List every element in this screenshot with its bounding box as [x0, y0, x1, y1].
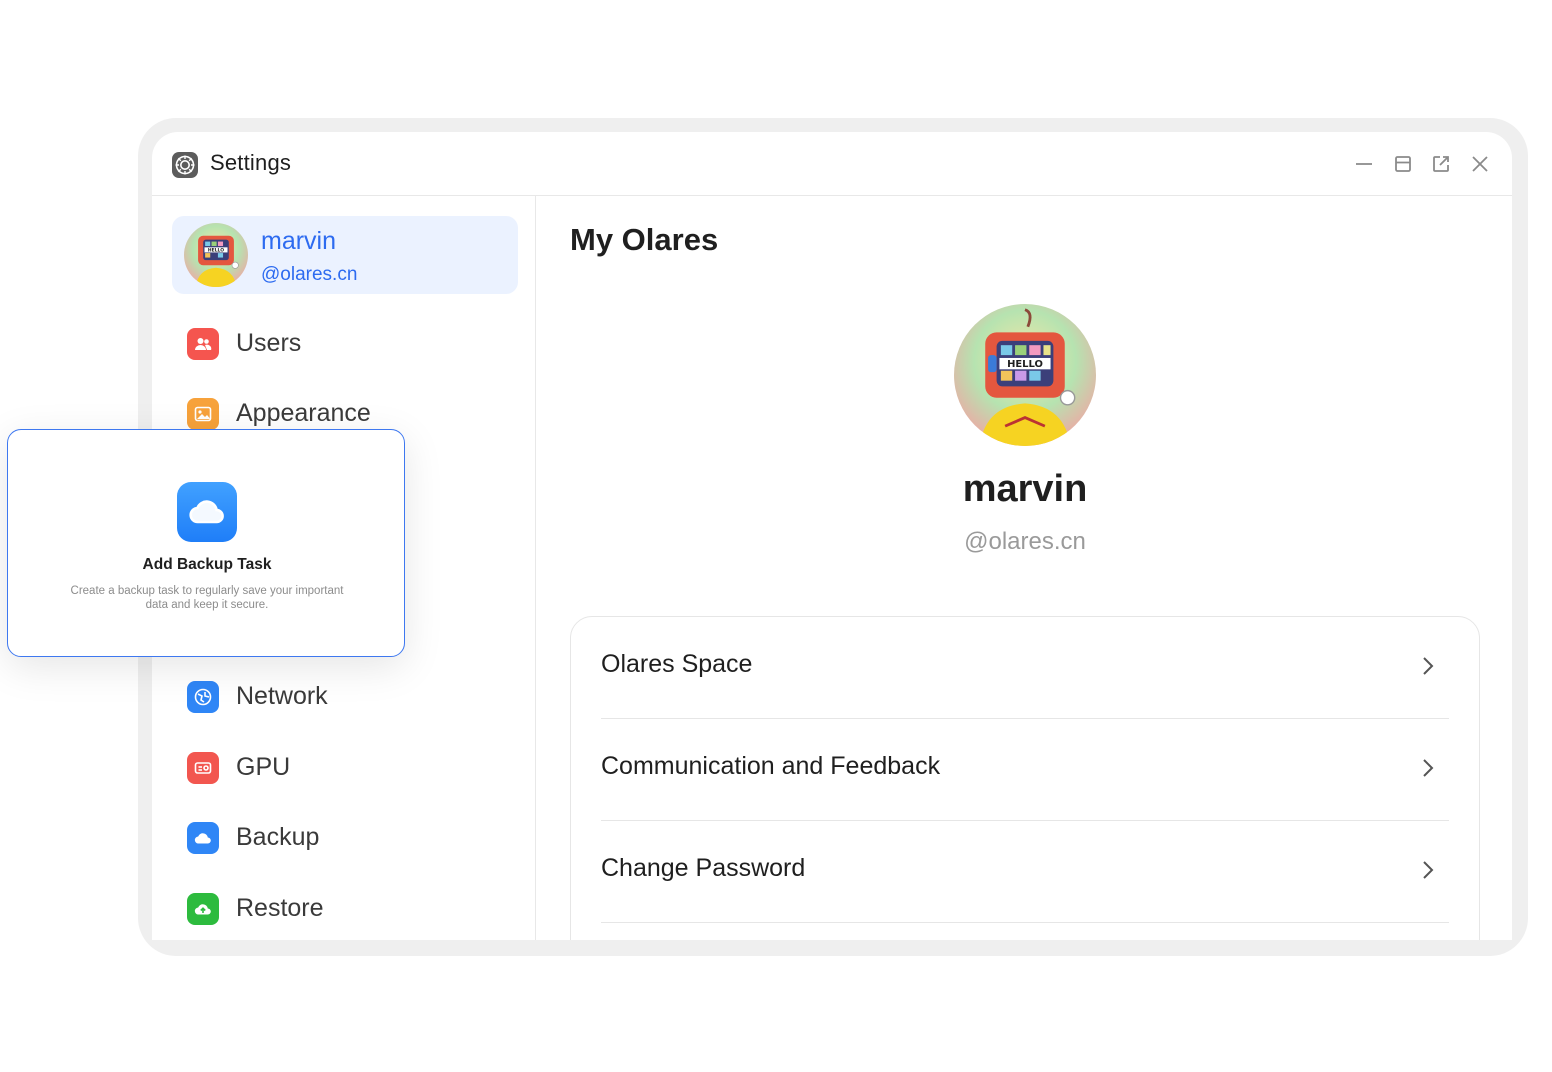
- menu-item-communication-feedback[interactable]: Communication and Feedback: [601, 719, 1449, 821]
- user-name: marvin: [962, 468, 1088, 510]
- chevron-right-icon: [1423, 657, 1434, 675]
- profile-avatar: HELLO: [954, 304, 1096, 446]
- avatar-hello-text: HELLO: [208, 247, 224, 253]
- title-bar: Settings: [152, 132, 1512, 196]
- menu-item-label: Change Password: [601, 854, 806, 882]
- sidebar-item-label: Users: [236, 329, 302, 357]
- window-title: Settings: [210, 150, 292, 175]
- popup-description: Create a backup task to regularly save y…: [70, 585, 344, 611]
- sidebar-item-backup[interactable]: Backup: [172, 810, 518, 866]
- profile-name: marvin: [261, 227, 337, 255]
- main-content: My Olares HELLO marvin @olares.cn Olares…: [538, 196, 1512, 940]
- stage: Settings HELLO marvin @olares.cn Users A…: [0, 0, 1552, 1072]
- chevron-right-icon: [1423, 861, 1434, 879]
- sidebar-profile-card[interactable]: HELLO marvin @olares.cn: [172, 216, 518, 294]
- profile-domain: @olares.cn: [261, 264, 358, 285]
- user-domain: @olares.cn: [964, 528, 1086, 555]
- cloud-upload-icon: [187, 893, 219, 925]
- minimize-icon: [1356, 163, 1372, 165]
- cloud-icon: [187, 822, 219, 854]
- chevron-right-icon: [1423, 759, 1434, 777]
- page-title: My Olares: [570, 222, 719, 257]
- sidebar-item-gpu[interactable]: GPU: [172, 740, 518, 796]
- layout-icon: [1395, 156, 1411, 172]
- minimize-button[interactable]: [1352, 152, 1376, 176]
- sidebar-item-restore[interactable]: Restore: [172, 881, 518, 937]
- open-external-button[interactable]: [1429, 152, 1453, 176]
- sidebar-item-network[interactable]: Network: [172, 669, 518, 725]
- cloud-icon: [177, 482, 237, 542]
- layout-button[interactable]: [1391, 152, 1415, 176]
- settings-menu-card: Olares Space Communication and Feedback …: [570, 616, 1480, 940]
- settings-gear-icon: [172, 152, 198, 178]
- open-external-icon: [1433, 156, 1449, 172]
- popup-title: Add Backup Task: [142, 556, 272, 573]
- close-button[interactable]: [1468, 152, 1492, 176]
- menu-item-olares-space[interactable]: Olares Space: [601, 617, 1449, 719]
- menu-item-label: Communication and Feedback: [601, 752, 941, 780]
- network-icon: [187, 681, 219, 713]
- add-backup-task-card[interactable]: Add Backup Task Create a backup task to …: [7, 429, 405, 657]
- sidebar-item-label: GPU: [236, 753, 291, 781]
- image-icon: [187, 398, 219, 430]
- menu-item-change-password[interactable]: Change Password: [601, 821, 1449, 923]
- sidebar-item-label: Restore: [236, 894, 324, 922]
- sidebar-item-label: Network: [236, 682, 328, 710]
- sidebar-item-label: Backup: [236, 823, 320, 851]
- avatar: HELLO: [184, 223, 248, 287]
- close-icon: [1472, 156, 1488, 172]
- sidebar-item-users[interactable]: Users: [172, 316, 518, 372]
- users-icon: [187, 328, 219, 360]
- avatar-hello-text: HELLO: [1007, 359, 1043, 370]
- gpu-icon: [187, 752, 219, 784]
- menu-item-label: Olares Space: [601, 650, 753, 678]
- sidebar-item-label: Appearance: [236, 399, 371, 427]
